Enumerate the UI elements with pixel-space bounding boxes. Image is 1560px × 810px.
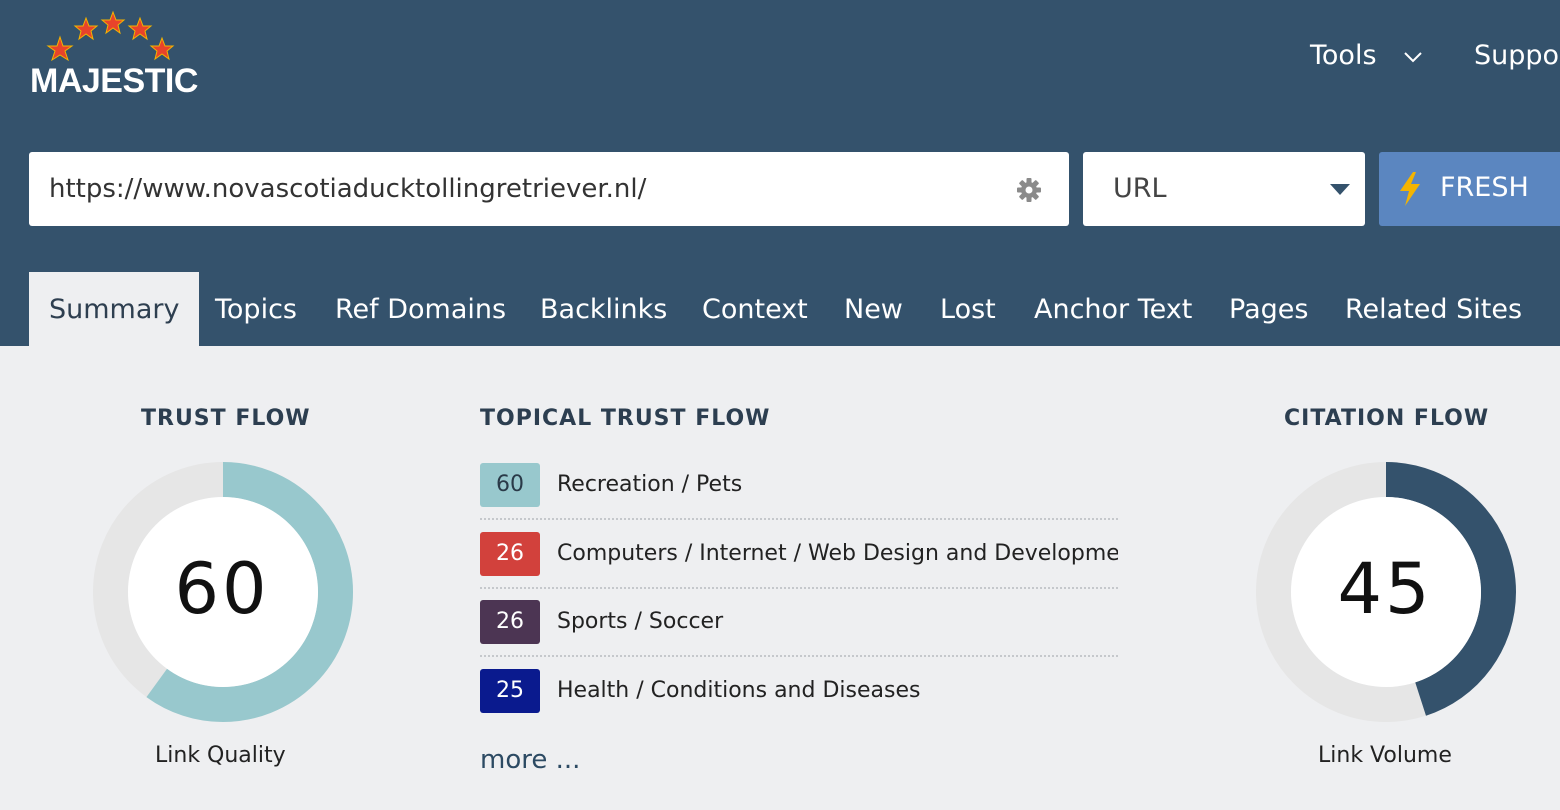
trust-flow-caption: Link Quality [155, 743, 286, 768]
chevron-down-icon[interactable] [1403, 50, 1423, 64]
fresh-button[interactable]: FRESH [1379, 152, 1560, 226]
tab-lost[interactable]: Lost [940, 272, 996, 346]
citation-flow-value: 45 [1337, 548, 1433, 630]
topic-row[interactable]: 26 Computers / Internet / Web Design and… [480, 532, 1118, 576]
stars-icon [46, 10, 175, 62]
topic-row[interactable]: 60 Recreation / Pets [480, 463, 1118, 507]
topical-trust-flow-title: TOPICAL TRUST FLOW [480, 406, 771, 431]
citation-flow-caption: Link Volume [1318, 743, 1452, 768]
topic-row[interactable]: 26 Sports / Soccer [480, 600, 1118, 644]
tab-summary[interactable]: Summary [29, 272, 200, 346]
topic-label: Computers / Internet / Web Design and De… [557, 541, 1118, 566]
scope-select[interactable]: URL [1083, 152, 1365, 226]
citation-flow-title: CITATION FLOW [1284, 406, 1490, 431]
divider [480, 655, 1118, 657]
nav-tools[interactable]: Tools [1310, 40, 1377, 71]
trust-flow-value: 60 [174, 548, 270, 630]
nav-support[interactable]: Suppor [1474, 40, 1560, 71]
tab-related-sites[interactable]: Related Sites [1345, 272, 1522, 346]
more-topics-link[interactable]: more ... [480, 745, 580, 775]
search-input[interactable] [49, 152, 1009, 226]
topic-score-badge: 26 [480, 600, 540, 644]
tab-topics[interactable]: Topics [215, 272, 297, 346]
tab-pages[interactable]: Pages [1229, 272, 1308, 346]
header-bar: MAJESTIC Tools Suppor URL [0, 0, 1560, 346]
tab-bar: Summary Topics Ref Domains Backlinks Con… [0, 272, 1560, 346]
trust-flow-title: TRUST FLOW [141, 406, 311, 431]
fresh-button-label: FRESH [1440, 172, 1529, 203]
topic-label: Health / Conditions and Diseases [557, 678, 921, 703]
topic-row[interactable]: 25 Health / Conditions and Diseases [480, 669, 1118, 713]
gear-icon[interactable] [1015, 176, 1043, 204]
topic-label: Recreation / Pets [557, 472, 743, 497]
lightning-bolt-icon [1400, 172, 1420, 206]
topic-score-badge: 26 [480, 532, 540, 576]
tab-backlinks[interactable]: Backlinks [540, 272, 667, 346]
divider [480, 587, 1118, 589]
topic-score-badge: 60 [480, 463, 540, 507]
tab-context[interactable]: Context [702, 272, 808, 346]
tab-new[interactable]: New [844, 272, 903, 346]
scope-select-value: URL [1113, 173, 1167, 204]
caret-down-icon [1330, 184, 1350, 195]
topic-score-badge: 25 [480, 669, 540, 713]
tab-ref-domains[interactable]: Ref Domains [335, 272, 506, 346]
majestic-logo[interactable]: MAJESTIC [28, 10, 198, 100]
search-box [29, 152, 1069, 226]
divider [480, 518, 1118, 520]
topic-label: Sports / Soccer [557, 609, 724, 634]
tab-anchor-text[interactable]: Anchor Text [1034, 272, 1192, 346]
brand-name: MAJESTIC [30, 62, 198, 100]
